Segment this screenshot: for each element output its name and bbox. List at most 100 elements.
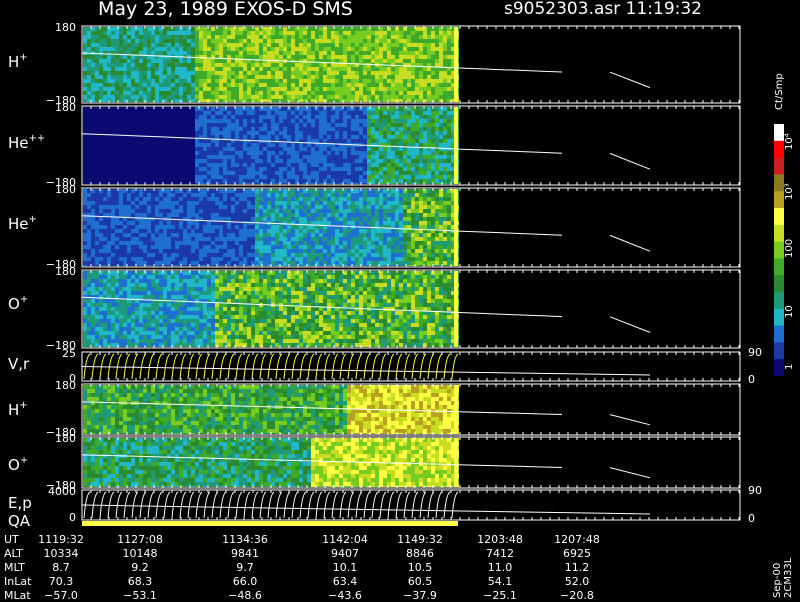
colorbar-segment bbox=[774, 359, 784, 376]
table-cell: 52.0 bbox=[542, 575, 612, 588]
colorbar-segment bbox=[774, 258, 784, 275]
table-cell: 1142:04 bbox=[310, 533, 380, 546]
qa-bar bbox=[82, 521, 458, 526]
table-cell: 70.3 bbox=[26, 575, 96, 588]
panel-superscript: + bbox=[19, 52, 27, 63]
table-row-label: UT bbox=[4, 533, 19, 546]
panel-label-0: H+ bbox=[8, 52, 28, 71]
table-cell: 8846 bbox=[385, 547, 455, 560]
colorbar bbox=[774, 124, 784, 376]
table-cell: 11.0 bbox=[465, 561, 535, 574]
table-cell: −20.8 bbox=[542, 589, 612, 602]
colorbar-unit-label: Ct/Smp bbox=[774, 73, 785, 110]
panel-label-6: O+ bbox=[8, 455, 28, 474]
table-cell: 9407 bbox=[310, 547, 380, 560]
ytick-top: 180 bbox=[36, 265, 76, 278]
table-cell: 63.4 bbox=[310, 575, 380, 588]
colorbar-tick-label: 10³ bbox=[784, 183, 795, 200]
panel-label-5: H+ bbox=[8, 400, 28, 419]
panel-4 bbox=[82, 352, 740, 381]
colorbar-segment bbox=[774, 174, 784, 191]
panel-name: H bbox=[8, 401, 19, 419]
right-tick-top: 90 bbox=[748, 484, 762, 497]
spectrogram-panels bbox=[0, 0, 800, 600]
colorbar-tick-label: 10⁴ bbox=[784, 133, 795, 150]
table-cell: 9.7 bbox=[210, 561, 280, 574]
panel-name: He bbox=[8, 134, 29, 152]
panel-name: He bbox=[8, 215, 29, 233]
panel-name: V,r bbox=[8, 355, 29, 373]
colorbar-segment bbox=[774, 326, 784, 343]
table-cell: 10.1 bbox=[310, 561, 380, 574]
colorbar-segment bbox=[774, 309, 784, 326]
table-cell: −43.6 bbox=[310, 589, 380, 602]
ytick-top: 180 bbox=[36, 379, 76, 392]
table-cell: 10.5 bbox=[385, 561, 455, 574]
table-cell: 8.7 bbox=[26, 561, 96, 574]
colorbar-segment bbox=[774, 124, 784, 141]
panel-7 bbox=[82, 490, 740, 520]
table-row-label: MLT bbox=[4, 561, 25, 574]
table-cell: −57.0 bbox=[26, 589, 96, 602]
colorbar-tick-label: 100 bbox=[784, 239, 795, 258]
ytick-top: 180 bbox=[36, 432, 76, 445]
table-cell: 1127:08 bbox=[105, 533, 175, 546]
table-cell: 10148 bbox=[105, 547, 175, 560]
table-cell: −37.9 bbox=[385, 589, 455, 602]
ytick-top: 180 bbox=[36, 21, 76, 34]
table-cell: 60.5 bbox=[385, 575, 455, 588]
panel-name: E,p bbox=[8, 494, 32, 512]
colorbar-tick-label: 10 bbox=[784, 305, 795, 318]
panel-superscript: + bbox=[29, 214, 37, 225]
table-cell: 68.3 bbox=[105, 575, 175, 588]
table-cell: 7412 bbox=[465, 547, 535, 560]
table-cell: −25.1 bbox=[465, 589, 535, 602]
colorbar-segment bbox=[774, 242, 784, 259]
right-tick-bottom: 0 bbox=[748, 512, 755, 525]
table-cell: 1134:36 bbox=[210, 533, 280, 546]
table-row-label: ALT bbox=[4, 547, 23, 560]
table-cell: 1207:48 bbox=[542, 533, 612, 546]
colorbar-segment bbox=[774, 141, 784, 158]
colorbar-segment bbox=[774, 208, 784, 225]
panel-3 bbox=[82, 270, 740, 348]
panel-label-4: V,r bbox=[8, 355, 29, 373]
panel-superscript: + bbox=[19, 400, 27, 411]
colorbar-segment bbox=[774, 158, 784, 175]
panel-superscript: + bbox=[20, 294, 28, 305]
ytick-top: 180 bbox=[36, 183, 76, 196]
colorbar-segment bbox=[774, 342, 784, 359]
table-cell: 9.2 bbox=[105, 561, 175, 574]
panel-5 bbox=[82, 384, 740, 435]
table-cell: 9841 bbox=[210, 547, 280, 560]
colorbar-segment bbox=[774, 191, 784, 208]
colorbar-segment bbox=[774, 275, 784, 292]
colorbar-tick-label: 1 bbox=[784, 364, 795, 370]
panel-superscript: ++ bbox=[29, 133, 46, 144]
table-cell: 66.0 bbox=[210, 575, 280, 588]
table-cell: 54.1 bbox=[465, 575, 535, 588]
panel-6 bbox=[82, 437, 740, 488]
panel-2 bbox=[82, 188, 740, 267]
panel-0 bbox=[82, 26, 740, 103]
table-cell: 6925 bbox=[542, 547, 612, 560]
colorbar-segment bbox=[774, 225, 784, 242]
right-tick-bottom: 0 bbox=[748, 373, 755, 386]
table-cell: −53.1 bbox=[105, 589, 175, 602]
ytick-top: 180 bbox=[36, 101, 76, 114]
panel-label-1: He++ bbox=[8, 133, 45, 152]
colorbar-segment bbox=[774, 292, 784, 309]
panel-label-2: He+ bbox=[8, 214, 37, 233]
plot-root: May 23, 1989 EXOS-D SMS s9052303.asr 11:… bbox=[0, 0, 800, 600]
panel-name: O bbox=[8, 456, 20, 474]
panel-label-7: E,p bbox=[8, 494, 32, 512]
panel-name: H bbox=[8, 53, 19, 71]
ytick-top: 25 bbox=[36, 347, 76, 360]
table-cell: −48.6 bbox=[210, 589, 280, 602]
table-cell: 11.2 bbox=[542, 561, 612, 574]
panel-superscript: + bbox=[20, 455, 28, 466]
footer-code: Sep-00 2CM33L bbox=[772, 558, 794, 598]
table-cell: 10334 bbox=[26, 547, 96, 560]
table-cell: 1203:48 bbox=[465, 533, 535, 546]
panel-1 bbox=[82, 106, 740, 185]
